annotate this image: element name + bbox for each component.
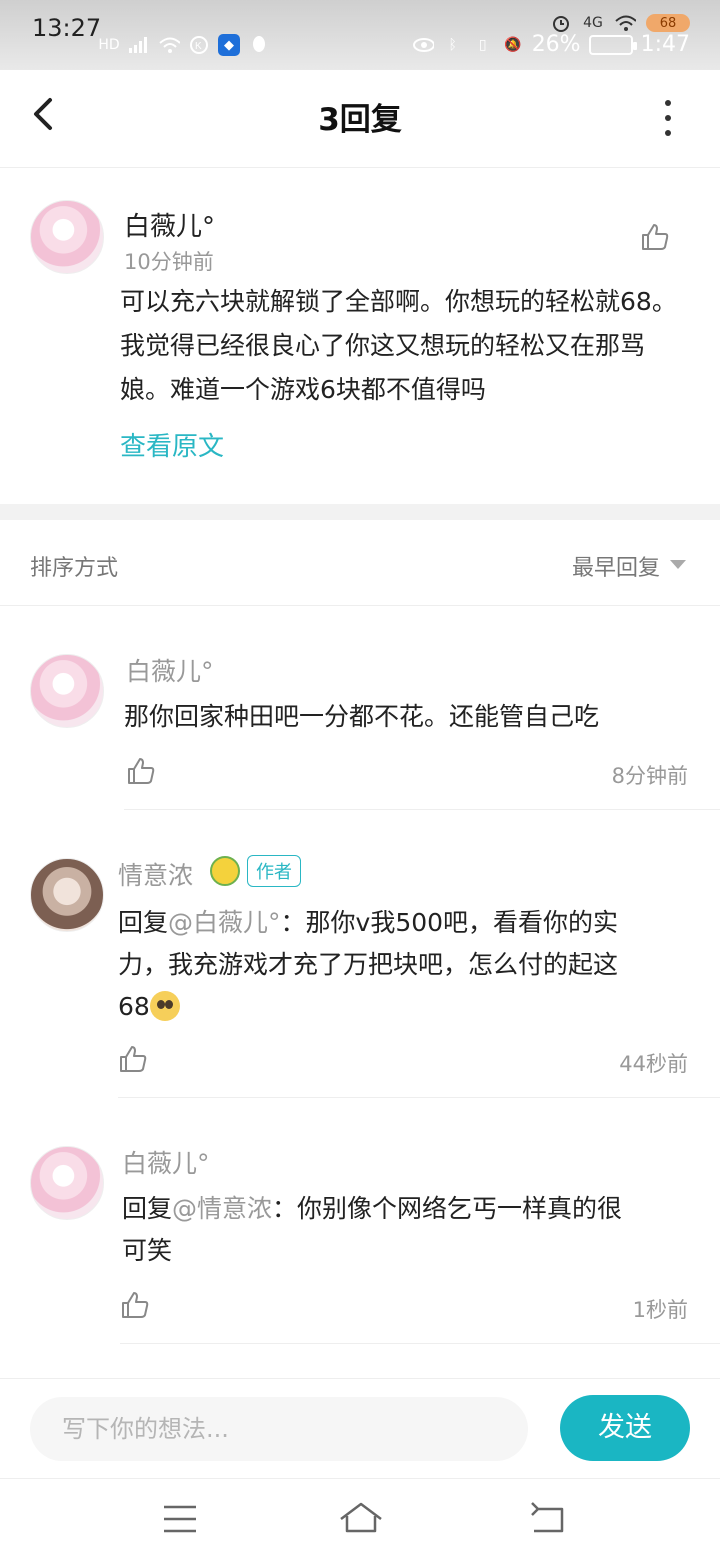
k-icon: K	[188, 36, 210, 54]
page-title: 3回复	[318, 102, 402, 138]
reply-time: 1秒前	[632, 1298, 688, 1322]
comment-input[interactable]: 写下你的想法...	[30, 1397, 528, 1461]
menu-icon[interactable]	[160, 1499, 200, 1539]
notification-badge: 68	[646, 14, 690, 32]
more-dot-icon	[665, 115, 671, 121]
like-icon[interactable]	[126, 756, 156, 786]
sort-dropdown[interactable]: 最早回复	[572, 550, 660, 582]
more-options-button[interactable]	[664, 100, 672, 136]
reply-author[interactable]: 情意浓	[118, 856, 193, 892]
status-left-icons: HD K ◆	[98, 34, 270, 56]
system-nav-bar	[0, 1478, 720, 1560]
main-comment: 白薇儿° 10分钟前 可以充六块就解锁了全部啊。你想玩的轻松就68。我觉得已经很…	[0, 168, 720, 504]
header: 3回复	[0, 70, 720, 168]
more-dot-icon	[665, 130, 671, 136]
reply-text-line: 可笑	[122, 1236, 173, 1265]
sort-bar: 排序方式 最早回复	[0, 520, 720, 606]
reply-text: 那你回家种田吧一分都不花。还能管自己吃	[124, 702, 600, 731]
wifi-icon	[158, 36, 180, 54]
shield-icon: ◆	[218, 34, 240, 56]
reply-time: 8分钟前	[611, 764, 688, 788]
section-divider	[0, 504, 720, 520]
avatar[interactable]	[30, 858, 104, 932]
hd-icon: HD	[98, 37, 120, 53]
comment-author[interactable]: 白薇儿°	[124, 206, 215, 243]
status-right-bottom: ᛒ ▯ 🔕 26% 1:47	[412, 32, 690, 57]
battery-icon	[588, 34, 637, 55]
reply-text: 回复@白薇儿°：那你v我500吧，看看你的实 力，我充游戏才充了万把块吧，怎么付…	[118, 902, 698, 1028]
reply-prefix: 回复	[122, 1194, 173, 1223]
divider	[120, 1343, 720, 1344]
reply-text-line: 力，我充游戏才充了万把块吧，怎么付的起这	[118, 950, 619, 979]
alarm-icon	[550, 14, 572, 32]
mute-icon: 🔕	[503, 36, 522, 53]
comment-input-bar: 写下你的想法... 发送	[0, 1378, 720, 1478]
qq-icon	[248, 36, 270, 54]
chevron-down-icon[interactable]	[670, 560, 686, 569]
status-bar: 13:27 HD K ◆ 4G 68 ᛒ ▯ 🔕 26% 1:47	[0, 0, 720, 70]
reply-author[interactable]: 白薇儿°	[126, 652, 214, 688]
secondary-clock: 1:47	[640, 32, 690, 57]
back-nav-icon[interactable]	[528, 1499, 568, 1539]
author-badge: 作者	[247, 855, 301, 887]
svg-text:K: K	[195, 41, 202, 52]
reply-text-line: ：那你v我500吧，看看你的实	[280, 908, 619, 937]
pleading-face-emoji-icon	[149, 991, 180, 1021]
reply-author[interactable]: 白薇儿°	[122, 1144, 210, 1180]
status-time: 13:27	[32, 14, 102, 42]
status-right-top: 4G 68	[550, 14, 690, 32]
user-medal-icon	[210, 856, 240, 886]
like-icon[interactable]	[118, 1044, 148, 1074]
reply-item: 白薇儿° 那你回家种田吧一分都不花。还能管自己吃 8分钟前	[0, 606, 720, 810]
network-type-icon: 4G	[583, 15, 603, 31]
avatar[interactable]	[30, 1146, 104, 1220]
avatar[interactable]	[30, 654, 104, 728]
reply-text-line: 68	[118, 992, 150, 1021]
more-dot-icon	[665, 100, 671, 106]
signal-icon	[128, 36, 150, 54]
reply-text-line: ：你别像个网络乞丐一样真的很	[272, 1194, 623, 1223]
mention-link[interactable]: @白薇儿°	[168, 908, 281, 937]
reply-prefix: 回复	[118, 908, 169, 937]
bluetooth-icon: ᛒ	[448, 36, 457, 53]
battery-percent: 26%	[531, 32, 581, 57]
eye-icon	[412, 36, 434, 54]
mention-link[interactable]: @情意浓	[172, 1194, 272, 1223]
reply-time: 44秒前	[619, 1052, 688, 1076]
view-original-link[interactable]: 查看原文	[120, 426, 224, 463]
home-icon[interactable]	[338, 1499, 384, 1539]
comment-text: 可以充六块就解锁了全部啊。你想玩的轻松就68。我觉得已经很良心了你这又想玩的轻松…	[120, 287, 677, 404]
like-icon[interactable]	[640, 222, 670, 252]
reply-text: 回复@情意浓：你别像个网络乞丐一样真的很 可笑	[122, 1188, 698, 1272]
reply-item: 情意浓 作者 回复@白薇儿°：那你v我500吧，看看你的实 力，我充游戏才充了万…	[0, 810, 720, 1098]
comment-time: 10分钟前	[124, 250, 214, 274]
avatar[interactable]	[30, 200, 104, 274]
sort-label: 排序方式	[30, 556, 119, 581]
reply-item: 白薇儿° 回复@情意浓：你别像个网络乞丐一样真的很 可笑 1秒前	[0, 1098, 720, 1344]
vibrate-icon: ▯	[478, 36, 487, 53]
wifi-dark-icon	[614, 14, 636, 32]
send-button[interactable]: 发送	[560, 1395, 690, 1461]
like-icon[interactable]	[120, 1290, 150, 1320]
